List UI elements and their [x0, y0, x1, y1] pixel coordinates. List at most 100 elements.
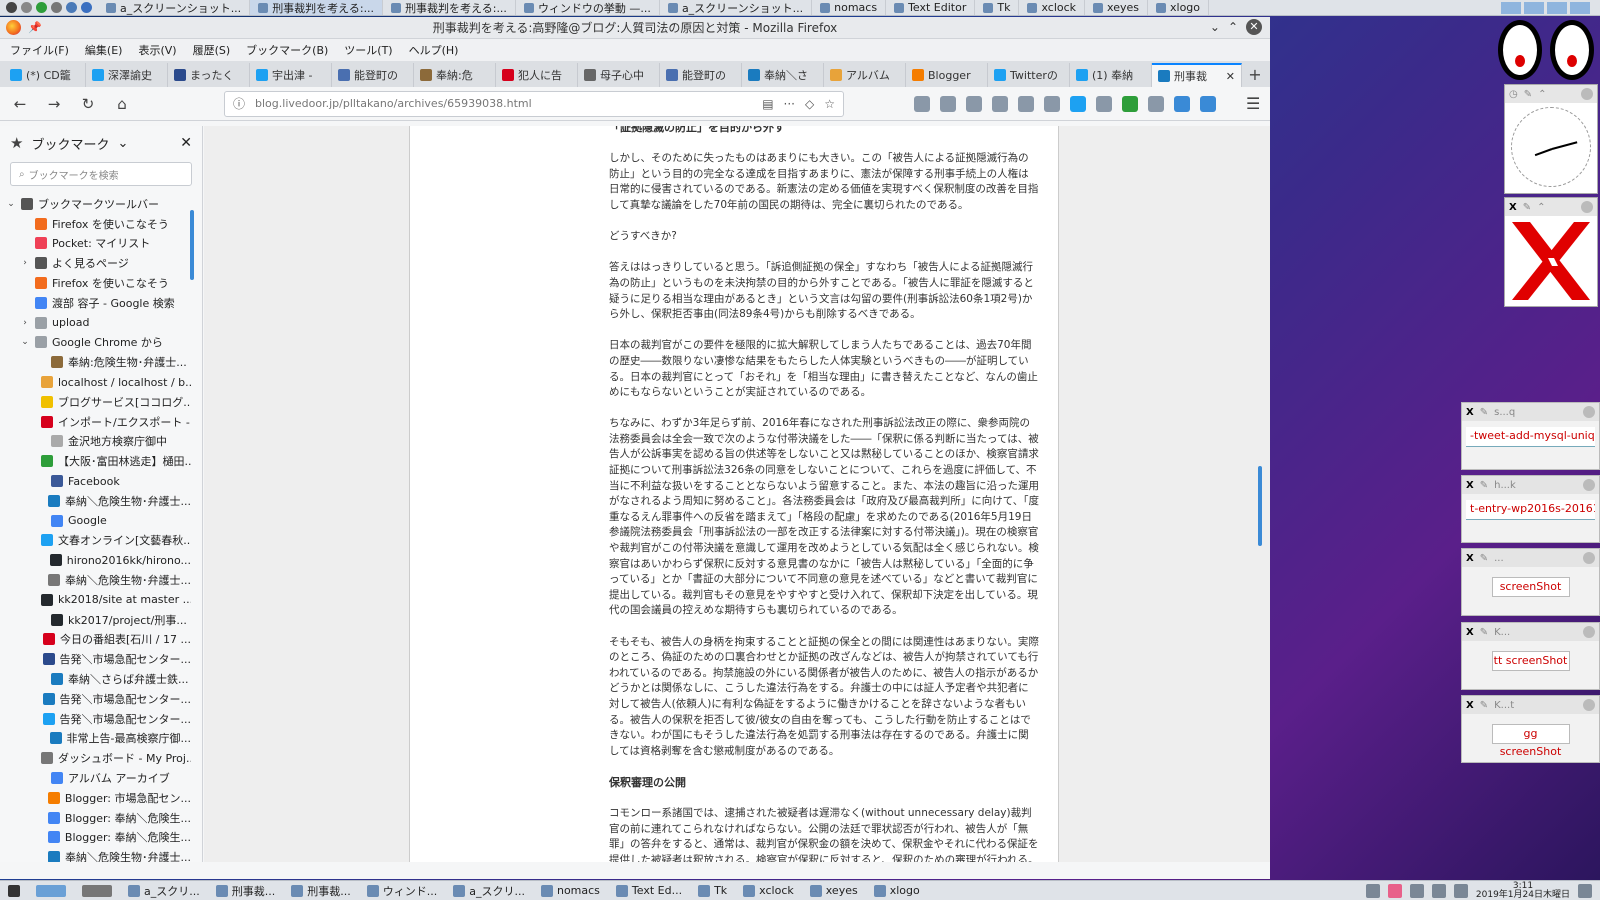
url-bar[interactable]: ⓘ blog.livedoor.jp/plltakano/archives/65… — [224, 90, 844, 117]
menu-item[interactable]: 編集(E) — [85, 42, 123, 58]
sidebar-title[interactable]: ブックマーク — [31, 134, 109, 153]
maximize-icon[interactable]: ⌃ — [1537, 202, 1545, 213]
bookmark-item[interactable]: Blogger: 奉納＼危険生... — [6, 808, 191, 828]
browser-tab[interactable]: アルバム — [824, 63, 906, 87]
pin-icon[interactable]: ✎ — [1480, 553, 1488, 564]
taskbar-clock[interactable]: 3:11 2019年1月24日木曜日 — [1476, 881, 1570, 900]
browser-tab[interactable]: 奉納:危 — [414, 63, 496, 87]
home-button[interactable]: ⌂ — [110, 92, 134, 116]
menu-item[interactable]: ヘルプ(H) — [409, 42, 459, 58]
clipboard-icon[interactable] — [1096, 95, 1112, 112]
browser-tab[interactable]: 深澤諭史 — [86, 63, 168, 87]
menu-item[interactable]: ブックマーク(B) — [246, 42, 328, 58]
screenshot-button[interactable]: screenShot — [1491, 577, 1570, 597]
sidebar-icon[interactable] — [940, 95, 956, 112]
screenshot-button[interactable]: gg screenShot — [1491, 724, 1570, 758]
show-desktop-button[interactable] — [0, 881, 28, 900]
bookmark-item[interactable]: 奉納:危険生物･弁護士... — [6, 352, 191, 372]
info-icon[interactable]: ⓘ — [233, 95, 245, 112]
show-desktop-icon[interactable] — [1578, 883, 1592, 898]
bookmark-folder[interactable]: ⌄ Google Chrome から — [6, 333, 191, 353]
taskbar-task[interactable]: xlogo — [866, 881, 928, 900]
input-method-icon[interactable] — [1387, 883, 1402, 898]
close-icon[interactable]: ✕ — [180, 135, 192, 151]
chevron-icon[interactable]: › — [20, 318, 30, 328]
browser-tab[interactable]: 犯人に告 — [496, 63, 578, 87]
close-icon[interactable] — [1581, 201, 1593, 213]
workspace-switcher[interactable] — [1501, 1, 1600, 14]
keyboard-icon[interactable] — [1365, 883, 1380, 898]
pin-icon[interactable]: ✎ — [1480, 407, 1488, 418]
bookmark-item[interactable]: kk2017/project/刑事... — [6, 610, 191, 630]
bookmark-item[interactable]: ブログサービス[ココログ... — [6, 392, 191, 412]
browser-tab[interactable]: 奉納＼さ — [742, 63, 824, 87]
bookmark-item[interactable]: Facebook — [6, 471, 191, 491]
bookmark-item[interactable]: 文春オンライン[文藝春秋... — [6, 531, 191, 551]
pin-icon[interactable]: ✎ — [1480, 480, 1488, 491]
volume-icon[interactable] — [1431, 883, 1446, 898]
network-icon[interactable] — [1409, 883, 1424, 898]
taskbar-task[interactable]: a_スクリ... — [120, 881, 208, 900]
bookmark-item[interactable]: localhost / localhost / b... — [6, 372, 191, 392]
taskbar-task[interactable]: nomacs — [533, 881, 608, 900]
extension-icon[interactable] — [1044, 95, 1060, 112]
chevron-down-icon[interactable]: ⌄ — [117, 136, 128, 151]
taskbar-task[interactable]: 刑事裁判を考える:... — [383, 0, 516, 15]
bookmark-search-input[interactable]: ⌕ ブックマークを検索 — [10, 162, 192, 186]
taskbar-task[interactable]: ウィンドウの挙動 —... — [516, 0, 660, 15]
bookmark-item[interactable]: kk2018/site at master ... — [6, 590, 191, 610]
close-icon[interactable] — [1583, 406, 1595, 418]
reload-button[interactable]: ↻ — [76, 92, 100, 116]
forward-button[interactable]: → — [42, 92, 66, 116]
taskbar-task[interactable]: 刑事裁... — [208, 881, 284, 900]
browser-tab[interactable]: Twitterの — [988, 63, 1070, 87]
edit-icon[interactable] — [1018, 95, 1034, 112]
taskbar-task[interactable]: xlogo — [1148, 0, 1210, 15]
bookmark-folder[interactable]: › よく見るページ — [6, 253, 191, 273]
new-tab-button[interactable]: + — [1242, 63, 1268, 87]
app-icon[interactable] — [36, 2, 47, 13]
browser-tab[interactable]: まったく — [168, 63, 250, 87]
maximize-icon[interactable]: ⌃ — [1538, 89, 1546, 100]
pin-icon[interactable]: ✎ — [1523, 202, 1531, 213]
lock-icon[interactable] — [1453, 883, 1468, 898]
note-entry[interactable]: t-entry-wp2016s-20161 — [1466, 500, 1595, 520]
menu-icon[interactable] — [6, 2, 17, 13]
pin-icon[interactable]: ✎ — [1524, 89, 1532, 100]
app-icon[interactable] — [51, 2, 62, 13]
bookmark-item[interactable]: インポート/エクスポート -... — [6, 412, 191, 432]
pin-icon[interactable]: ✎ — [1480, 627, 1488, 638]
chevron-down-icon[interactable]: ⌄ — [1210, 20, 1220, 34]
bookmark-item[interactable]: 告発＼市場急配センター... — [6, 649, 191, 669]
reader-view-icon[interactable]: ▤ — [762, 97, 773, 111]
bookmark-item[interactable]: Blogger: 奉納＼危険生... — [6, 828, 191, 848]
bookmark-star-icon[interactable]: ☆ — [824, 97, 835, 111]
taskbar-task[interactable]: 刑事裁... — [283, 881, 359, 900]
bookmark-item[interactable]: 告発＼市場急配センター... — [6, 709, 191, 729]
browser-tab[interactable]: Blogger — [906, 63, 988, 87]
scrollbar[interactable] — [190, 210, 194, 280]
taskbar-task[interactable]: xclock — [1019, 0, 1086, 15]
workspace-button[interactable] — [28, 881, 74, 900]
bookmark-item[interactable]: 奉納＼さらば弁護士鉄... — [6, 669, 191, 689]
browser-tab[interactable]: 能登町の — [332, 63, 414, 87]
taskbar-task[interactable]: xeyes — [802, 881, 866, 900]
extension-icon[interactable] — [1148, 95, 1164, 112]
workspace-button[interactable] — [74, 881, 120, 900]
close-icon[interactable] — [1581, 88, 1593, 100]
bookmark-item[interactable]: Pocket: マイリスト — [6, 234, 191, 254]
browser-tab[interactable]: (1) 奉納 — [1070, 63, 1152, 87]
menu-item[interactable]: 履歴(S) — [193, 42, 231, 58]
menu-item[interactable]: ツール(T) — [344, 42, 392, 58]
twitter-icon[interactable] — [1070, 95, 1086, 112]
app-icon[interactable] — [21, 2, 32, 13]
taskbar-task[interactable]: Text Ed... — [608, 881, 690, 900]
bookmark-item[interactable]: 今日の番組表[石川 / 17 ... — [6, 630, 191, 650]
maximize-icon[interactable]: ⌃ — [1228, 20, 1238, 34]
bookmark-item[interactable]: 告発＼市場急配センター... — [6, 689, 191, 709]
browser-tab[interactable]: 母子心中 — [578, 63, 660, 87]
bookmark-folder[interactable]: ⌄ ブックマークツールバー — [6, 194, 191, 214]
chevron-icon[interactable]: › — [20, 258, 30, 268]
hamburger-menu-icon[interactable]: ☰ — [1246, 94, 1260, 113]
bookmark-item[interactable]: 奉納＼危険生物･弁護士... — [6, 570, 191, 590]
